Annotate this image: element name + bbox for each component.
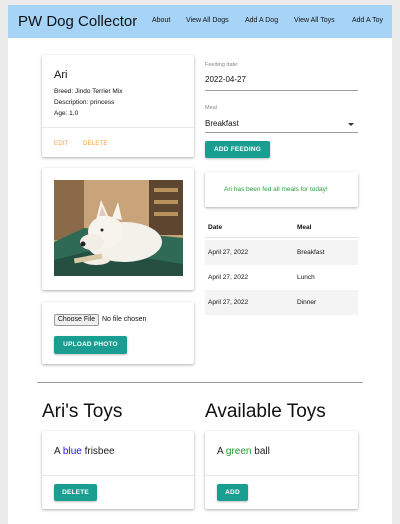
dog-description: Description: princess	[54, 99, 115, 106]
feeding-date-input[interactable]: 2022-04-27	[205, 75, 246, 84]
brand-logo[interactable]: PW Dog Collector	[18, 13, 137, 30]
toy-item: ball	[254, 446, 270, 457]
dog-detail-card: Ari Breed: Jindo Terrier Mix Description…	[42, 55, 194, 157]
nav-link-view-all-toys[interactable]: View All Toys	[294, 17, 335, 24]
nav-link-about[interactable]: About	[152, 17, 170, 24]
table-cell-date: April 27, 2022	[208, 299, 249, 306]
table-cell-meal: Lunch	[297, 274, 315, 281]
dog-age: Age: 1.0	[54, 110, 79, 117]
chevron-down-icon[interactable]	[348, 123, 354, 126]
fed-status-message: Ari has been fed all meals for today!	[224, 186, 328, 193]
add-toy-button[interactable]: ADD	[217, 484, 248, 501]
table-row: April 27, 2022 Breakfast	[205, 240, 358, 265]
no-file-chosen-text: No file chosen	[102, 316, 147, 323]
feeding-date-underline	[205, 90, 358, 91]
toy-color: blue	[62, 446, 82, 457]
table-row: April 27, 2022 Dinner	[205, 290, 358, 315]
navbar: PW Dog Collector About View All Dogs Add…	[8, 5, 392, 38]
nav-link-view-all-dogs[interactable]: View All Dogs	[186, 17, 229, 24]
dog-photo	[54, 180, 183, 276]
toy-prefix: A	[217, 446, 224, 457]
meal-select[interactable]: Breakfast	[205, 119, 239, 128]
nav-link-add-a-toy[interactable]: Add A Toy	[352, 17, 383, 24]
table-cell-meal: Dinner	[297, 299, 317, 306]
card-action-divider	[42, 127, 194, 128]
available-toy-card: A green ball ADD	[205, 431, 358, 509]
table-row: April 27, 2022 Lunch	[205, 265, 358, 290]
table-header-date: Date	[208, 224, 223, 231]
table-header-divider	[205, 237, 358, 238]
dog-name: Ari	[54, 69, 68, 81]
fed-status-card: Ari has been fed all meals for today!	[205, 172, 358, 207]
edit-dog-link[interactable]: EDIT	[54, 141, 68, 147]
table-cell-meal: Breakfast	[297, 249, 325, 256]
dogs-toys-heading: Ari's Toys	[42, 401, 123, 422]
table-header-meal: Meal	[297, 224, 312, 231]
section-divider	[37, 382, 363, 383]
available-toys-heading: Available Toys	[205, 401, 326, 422]
dog-toy-text: A blue frisbee	[54, 446, 115, 457]
delete-toy-button[interactable]: DELETE	[54, 484, 97, 501]
delete-dog-link[interactable]: DELETE	[83, 141, 108, 147]
dog-toy-card: A blue frisbee DELETE	[42, 431, 194, 509]
feeding-date-label: Feeding date:	[205, 62, 239, 68]
toy-prefix: A	[54, 446, 61, 457]
add-feeding-button[interactable]: ADD FEEDING	[205, 141, 270, 158]
choose-file-button[interactable]: Choose File	[54, 314, 99, 326]
dog-breed: Breed: Jindo Terrier Mix	[54, 88, 123, 95]
table-cell-date: April 27, 2022	[208, 249, 249, 256]
upload-photo-button[interactable]: UPLOAD PHOTO	[54, 336, 127, 354]
card-action-divider	[205, 475, 358, 476]
toy-item: frisbee	[84, 446, 115, 457]
table-cell-date: April 27, 2022	[208, 274, 249, 281]
card-action-divider	[42, 475, 194, 476]
meal-label: Meal	[205, 105, 217, 111]
nav-link-add-a-dog[interactable]: Add A Dog	[245, 17, 278, 24]
upload-card: Choose File No file chosen UPLOAD PHOTO	[42, 302, 194, 364]
toy-color: green	[225, 446, 252, 457]
available-toy-text: A green ball	[217, 446, 270, 457]
meal-select-underline	[205, 132, 358, 133]
